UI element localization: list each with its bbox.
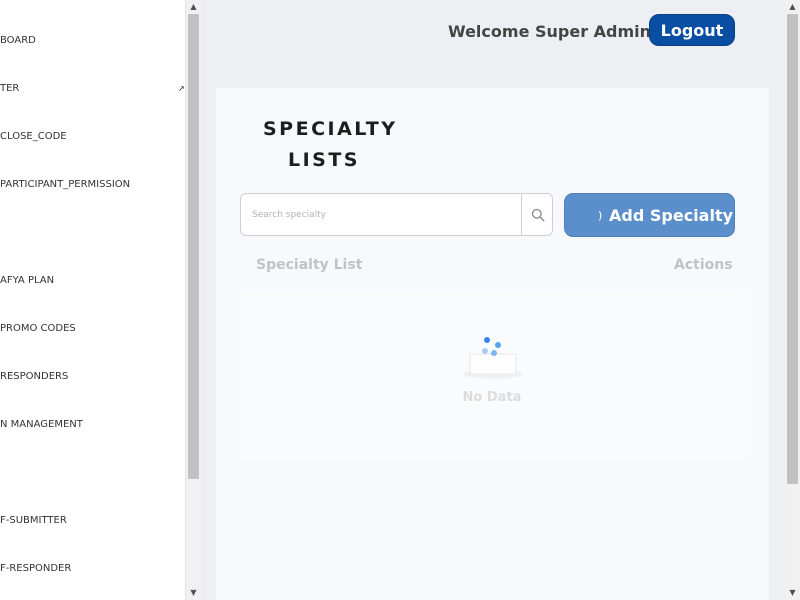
welcome-text: Welcome Super Admin [448,22,652,41]
page-title-line1: SPECIALTY [263,118,398,140]
column-header-specialty-list: Specialty List [256,257,363,273]
sidebar-item-promo-codes[interactable]: PROMO CODES [0,319,76,339]
sidebar-item-responders[interactable]: RESPONDERS [0,367,68,387]
sidebar-item-dashboard[interactable]: BOARD [0,31,36,51]
column-header-actions: Actions [674,257,733,273]
sidebar: BOARD TER ↗ CLOSE_CODE PARTICIPANT_PERMI… [0,0,185,600]
page-title-line2: LISTS [287,149,360,171]
sidebar-item-responder[interactable]: F-RESPONDER [0,559,71,579]
page-title: SPECIALTY LISTS [263,114,398,176]
sidebar-item-management[interactable]: N MANAGEMENT [0,415,83,435]
empty-state-text: No Data [462,390,522,405]
sidebar-item-filter[interactable]: TER [0,79,19,99]
sidebar-scrollbar[interactable]: ▲ ▼ [185,0,201,600]
add-specialty-button[interactable]: ) Add Specialty [564,193,735,237]
scroll-down-arrow-icon[interactable]: ▼ [186,586,201,600]
scroll-up-arrow-icon[interactable]: ▲ [785,0,800,14]
page-scrollbar[interactable]: ▲ ▼ [785,0,800,600]
logout-button[interactable]: Logout [649,14,735,46]
loading-spinner-icon: ) [598,209,603,222]
sidebar-item-close-code[interactable]: CLOSE_CODE [0,127,67,147]
search-icon [531,208,545,222]
expand-arrow-icon[interactable]: ↗ [178,84,185,93]
sidebar-item-submitter[interactable]: F-SUBMITTER [0,511,67,531]
empty-box-icon [463,337,523,379]
search-input[interactable] [241,194,521,235]
search-button[interactable] [521,194,552,235]
scroll-up-arrow-icon[interactable]: ▲ [186,0,201,14]
scroll-down-arrow-icon[interactable]: ▼ [785,586,800,600]
search-box [240,193,553,236]
scrollbar-thumb[interactable] [787,14,798,484]
sidebar-item-afya-plan[interactable]: AFYA PLAN [0,271,54,291]
sidebar-item-participant-permission[interactable]: PARTICIPANT_PERMISSION [0,175,130,195]
add-specialty-label: Add Specialty [609,206,734,225]
scrollbar-thumb[interactable] [188,14,199,479]
